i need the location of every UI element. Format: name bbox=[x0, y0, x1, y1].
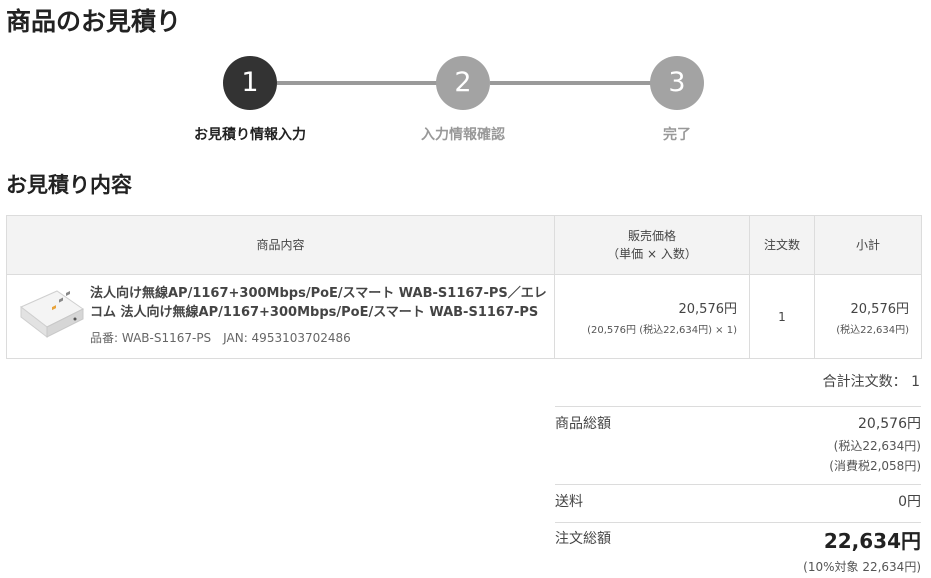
shipping-value: 0円 bbox=[898, 494, 921, 510]
header-product: 商品内容 bbox=[6, 215, 555, 275]
grand-total-note: (10%対象 22,634円) bbox=[803, 560, 921, 574]
step-3-label: 完了 bbox=[663, 127, 691, 143]
order-summary: 商品総額 20,576円 (税込22,634円) (消費税2,058円) 送料 … bbox=[555, 406, 921, 578]
shipping-label: 送料 bbox=[555, 494, 583, 510]
goods-total-tax: (消費税2,058円) bbox=[829, 459, 921, 473]
product-cell: 法人向け無線AP/1167+300Mbps/PoE/スマート WAB-S1167… bbox=[6, 274, 555, 359]
goods-total-values: 20,576円 (税込22,634円) (消費税2,058円) bbox=[829, 413, 921, 474]
subtotal-value: 20,576円 bbox=[850, 301, 910, 317]
goods-total-value: 20,576円 bbox=[858, 416, 921, 432]
unit-price-detail: (20,576円 (税込22,634円) × 1) bbox=[587, 324, 737, 336]
table-row: 法人向け無線AP/1167+300Mbps/PoE/スマート WAB-S1167… bbox=[6, 274, 922, 359]
subtotal-cell: 20,576円 (税込22,634円) bbox=[814, 274, 922, 359]
total-quantity: 合計注文数： 1 bbox=[822, 374, 920, 390]
price-cell: 20,576円 (20,576円 (税込22,634円) × 1) bbox=[554, 274, 750, 359]
section-title: お見積り内容 bbox=[6, 173, 132, 197]
step-3-circle: 3 bbox=[650, 56, 704, 110]
summary-grand-row: 注文総額 22,634円 (10%対象 22,634円) bbox=[555, 522, 921, 578]
qty-cell: 1 bbox=[749, 274, 815, 359]
header-price-line2: （単価 × 入数） bbox=[607, 247, 697, 261]
header-price: 販売価格 （単価 × 入数） bbox=[554, 215, 750, 275]
step-1-label: お見積り情報入力 bbox=[194, 127, 306, 143]
progress-stepper: 1 2 3 お見積り情報入力 入力情報確認 完了 bbox=[0, 56, 931, 156]
header-qty: 注文数 bbox=[749, 215, 815, 275]
step-connector-1 bbox=[277, 81, 437, 85]
header-subtotal: 小計 bbox=[814, 215, 922, 275]
page-title: 商品のお見積り bbox=[6, 7, 182, 36]
product-name[interactable]: 法人向け無線AP/1167+300Mbps/PoE/スマート WAB-S1167… bbox=[90, 284, 548, 322]
access-point-image bbox=[20, 290, 84, 339]
step-2-circle: 2 bbox=[436, 56, 490, 110]
step-connector-2 bbox=[490, 81, 652, 85]
unit-price: 20,576円 bbox=[678, 301, 738, 317]
quote-table: 商品内容 販売価格 （単価 × 入数） 注文数 小計 法人向け無線AP/1167… bbox=[6, 215, 922, 359]
step-2-label: 入力情報確認 bbox=[421, 127, 505, 143]
table-header-row: 商品内容 販売価格 （単価 × 入数） 注文数 小計 bbox=[6, 215, 922, 275]
shipping-value-wrap: 0円 bbox=[898, 491, 921, 511]
goods-total-tax-incl: (税込22,634円) bbox=[833, 439, 921, 453]
grand-total-label: 注文総額 bbox=[555, 531, 611, 547]
subtotal-tax-incl: (税込22,634円) bbox=[836, 324, 909, 336]
grand-total-values: 22,634円 (10%対象 22,634円) bbox=[803, 525, 921, 575]
summary-shipping-row: 送料 0円 bbox=[555, 484, 921, 522]
header-price-line1: 販売価格 bbox=[627, 229, 676, 243]
product-code: 品番: WAB-S1167-PS JAN: 4953103702486 bbox=[90, 331, 351, 345]
grand-total-value: 22,634円 bbox=[823, 529, 921, 553]
goods-total-label: 商品総額 bbox=[555, 416, 611, 432]
summary-goods-row: 商品総額 20,576円 (税込22,634円) (消費税2,058円) bbox=[555, 406, 921, 484]
step-1-circle: 1 bbox=[223, 56, 277, 110]
